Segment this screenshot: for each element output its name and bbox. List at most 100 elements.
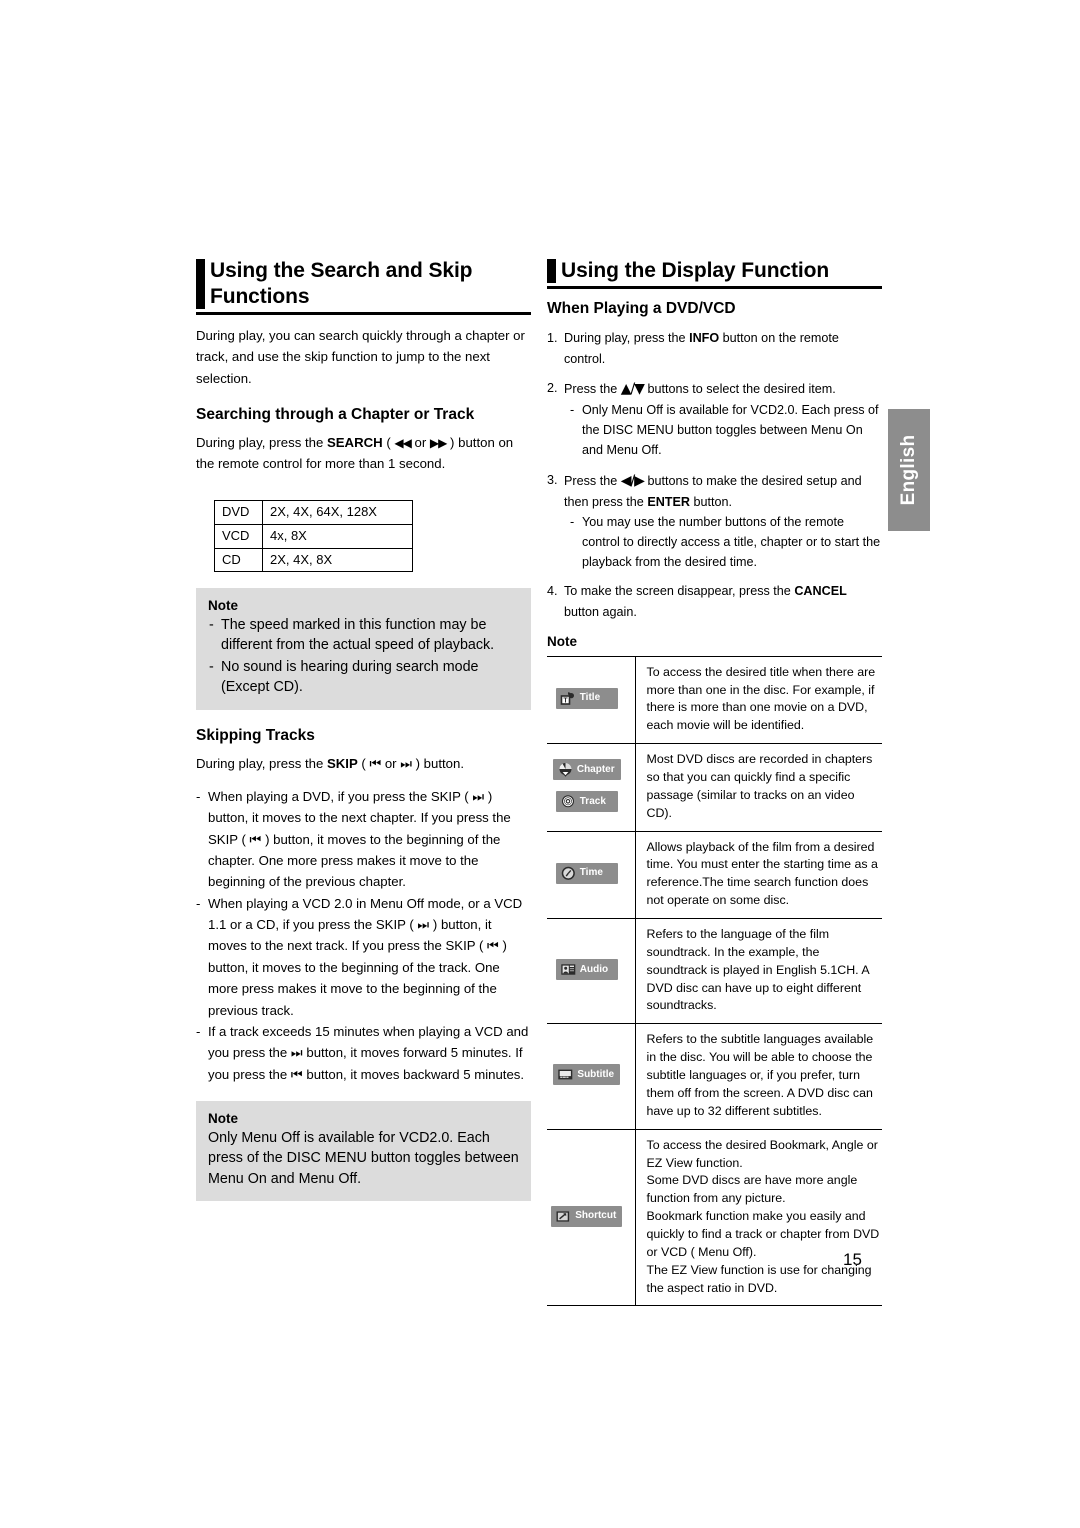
skipping-instruction: During play, press the SKIP ( ⏮ or ⏭ ) b…	[196, 753, 531, 775]
icon-label: Subtitle	[577, 1068, 615, 1080]
icon-label: Chapter	[576, 763, 615, 775]
page-number: 15	[843, 1250, 862, 1269]
list-item: Press the ◀/▶ buttons to make the desire…	[547, 470, 882, 573]
subheading-searching-chapter-track: Searching through a Chapter or Track	[196, 406, 475, 424]
svg-text:T: T	[563, 697, 568, 704]
note-list-item: The speed marked in this function may be…	[208, 615, 519, 656]
step-text-post: buttons to select the desired item.	[643, 381, 836, 396]
audio-icon: Audio	[555, 959, 618, 981]
icon-cell: Chapter Track	[547, 743, 636, 832]
manual-page: Using the Search and Skip Functions Duri…	[0, 0, 1080, 1528]
table-row: Shortcut To access the desired Bookmark,…	[547, 1129, 882, 1307]
disc-type-cell: DVD	[214, 500, 263, 525]
list-item: If a track exceeds 15 minutes when playi…	[196, 1021, 531, 1085]
icon-description-cell: Refers to the subtitle languages availab…	[635, 1023, 882, 1130]
list-item: To make the screen disappear, press the …	[547, 581, 882, 621]
subheading-skipping-tracks: Skipping Tracks	[196, 727, 315, 745]
rewind-icon: ◀◀	[394, 435, 411, 450]
icon-label: Shortcut	[575, 1210, 617, 1221]
note-list: The speed marked in this function may be…	[208, 615, 519, 697]
list-item: Press the ▲/▼ buttons to select the desi…	[547, 378, 882, 461]
icon-description-cell: Allows playback of the film from a desir…	[635, 831, 882, 920]
skipping-text-or: or	[381, 755, 401, 771]
table-row: Time Allows playback of the film from a …	[547, 831, 882, 920]
note-title: Note	[208, 1111, 238, 1127]
subheading-when-playing-dvd-vcd: When Playing a DVD/VCD	[547, 300, 736, 318]
speed-values-cell: 2X, 4X, 64X, 128X	[262, 500, 413, 525]
step-text-post: button.	[690, 494, 733, 509]
table-row: CD 2X, 4X, 8X	[214, 547, 413, 573]
section-heading-search-skip: Using the Search and Skip Functions	[196, 258, 531, 316]
step-sub-list: You may use the number buttons of the re…	[564, 512, 882, 572]
step-sub-list: Only Menu Off is available for VCD2.0. E…	[564, 400, 882, 460]
step-text-pre: Press the	[564, 381, 621, 396]
icon-description-cell: To access the desired Bookmark, Angle or…	[635, 1129, 882, 1307]
display-icon-table: T Title To access the desired title when…	[547, 655, 882, 1307]
icon-label: Time	[579, 867, 603, 879]
track-icon: Track	[555, 791, 618, 813]
disc-type-cell: VCD	[214, 523, 263, 549]
list-item: When playing a VCD 2.0 in Menu Off mode,…	[196, 893, 531, 1021]
table-row: Audio Refers to the language of the film…	[547, 918, 882, 1025]
note-title: Note	[547, 633, 577, 649]
list-item: When playing a DVD, if you press the SKI…	[196, 786, 531, 893]
left-right-arrows-icon: ◀/▶	[620, 472, 645, 489]
up-down-arrows-icon: ▲/▼	[620, 380, 645, 397]
speed-values-cell: 2X, 4X, 8X	[262, 547, 413, 573]
icon-cell: Time	[547, 831, 636, 920]
icon-description-cell: Most DVD discs are recorded in chapters …	[635, 743, 882, 832]
time-icon: Time	[555, 862, 618, 884]
table-row: Subtitle Refers to the subtitle language…	[547, 1023, 882, 1130]
disc-type-cell: CD	[214, 547, 263, 573]
section-heading-display-function: Using the Display Function	[547, 258, 882, 290]
note-box-search-speed: Note The speed marked in this function m…	[196, 588, 531, 711]
skipping-text-post: ) button.	[411, 755, 465, 771]
skipping-bullet-list: When playing a DVD, if you press the SKI…	[196, 786, 531, 1085]
searching-text-pre: During play, press the	[196, 434, 327, 450]
language-tab-english: English	[888, 409, 930, 531]
step-text-pre: To make the screen disappear, press the	[564, 584, 795, 599]
step-text-post: button again.	[564, 604, 637, 619]
step-text-pre: During play, press the	[564, 331, 690, 346]
enter-button-name: ENTER	[647, 494, 690, 509]
skip-forward-icon: ⏭	[400, 756, 412, 772]
title-icon: T Title	[555, 687, 618, 709]
icon-label: Track	[579, 795, 606, 807]
icon-cell: T Title	[547, 655, 636, 745]
right-column: Using the Display Function When Playing …	[547, 258, 882, 1307]
skipping-text-pre: During play, press the	[196, 755, 327, 771]
list-item: Only Menu Off is available for VCD2.0. E…	[570, 400, 882, 460]
icon-label: Audio	[579, 963, 609, 975]
note-box-menu-off: Note Only Menu Off is available for VCD2…	[196, 1101, 531, 1201]
language-tab-label: English	[898, 434, 919, 506]
list-item: You may use the number buttons of the re…	[570, 512, 882, 572]
right-heading-text: Using the Display Function	[561, 259, 830, 282]
search-speed-table: DVD 2X, 4X, 64X, 128X VCD 4x, 8X CD 2X, …	[214, 500, 413, 573]
icon-description-cell: Refers to the language of the film sound…	[635, 918, 882, 1025]
note-text: Only Menu Off is available for VCD2.0. E…	[208, 1130, 519, 1187]
left-column: Using the Search and Skip Functions Duri…	[196, 258, 531, 1201]
step-text-pre: Press the	[564, 473, 621, 488]
cancel-button-name: CANCEL	[794, 584, 847, 599]
left-heading-text: Using the Search and Skip Functions	[210, 259, 473, 309]
table-row: T Title To access the desired title when…	[547, 655, 882, 745]
display-function-steps: During play, press the INFO button on th…	[547, 328, 882, 621]
searching-text-mid: (	[382, 434, 395, 450]
speed-values-cell: 4x, 8X	[262, 523, 413, 549]
searching-text-or: or	[410, 434, 430, 450]
skip-button-name: SKIP	[326, 755, 358, 771]
skipping-text-mid: (	[357, 755, 370, 771]
searching-instruction: During play, press the SEARCH ( ◀◀ or ▶▶…	[196, 432, 531, 475]
fast-forward-icon: ▶▶	[429, 435, 447, 450]
info-button-name: INFO	[689, 331, 720, 346]
note-title: Note	[208, 598, 238, 614]
list-item: During play, press the INFO button on th…	[547, 328, 882, 368]
skip-back-icon: ⏮	[369, 756, 382, 772]
search-button-name: SEARCH	[326, 434, 383, 450]
left-intro-paragraph: During play, you can search quickly thro…	[196, 328, 525, 386]
chapter-icon: Chapter	[552, 759, 621, 781]
table-row: VCD 4x, 8X	[214, 523, 413, 549]
icon-label: Title	[579, 692, 601, 704]
table-row: DVD 2X, 4X, 64X, 128X	[214, 500, 413, 525]
icon-cell: Audio	[547, 918, 636, 1025]
